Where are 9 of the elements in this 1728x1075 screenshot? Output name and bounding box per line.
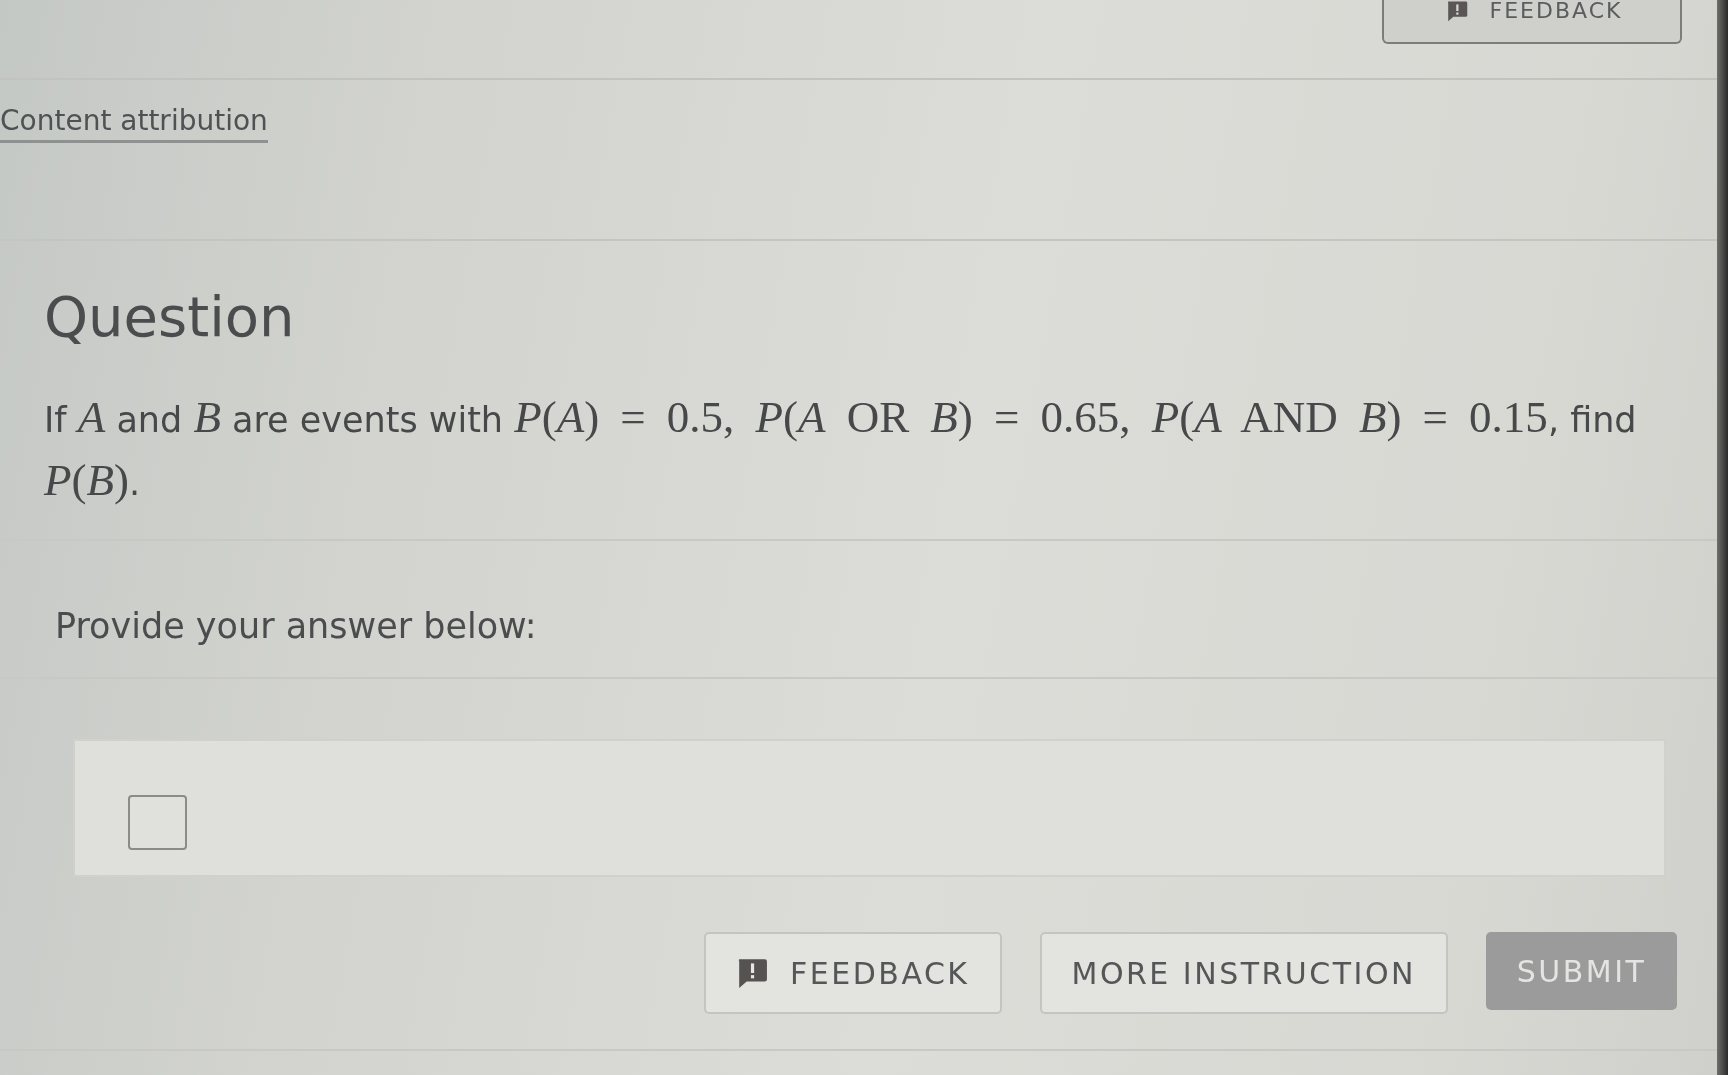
feedback-button[interactable]: FEEDBACK (704, 932, 1002, 1014)
question-text: If A and B are events with P(A) = 0.5, P(A OR B) = 0.65, P(A AND B) = 0.15, find P(B). (44, 391, 1638, 507)
answer-box[interactable] (128, 795, 187, 850)
speech-bubble-icon (736, 957, 769, 989)
answer-prompt: Provide your answer below: (55, 606, 537, 646)
question-title: Question (44, 285, 296, 349)
content-attribution-link[interactable]: Content attribution (0, 104, 268, 143)
more-instruction-button[interactable]: MORE INSTRUCTION (1039, 932, 1448, 1014)
feedback-button[interactable]: FEEDBACK (1382, 0, 1682, 44)
